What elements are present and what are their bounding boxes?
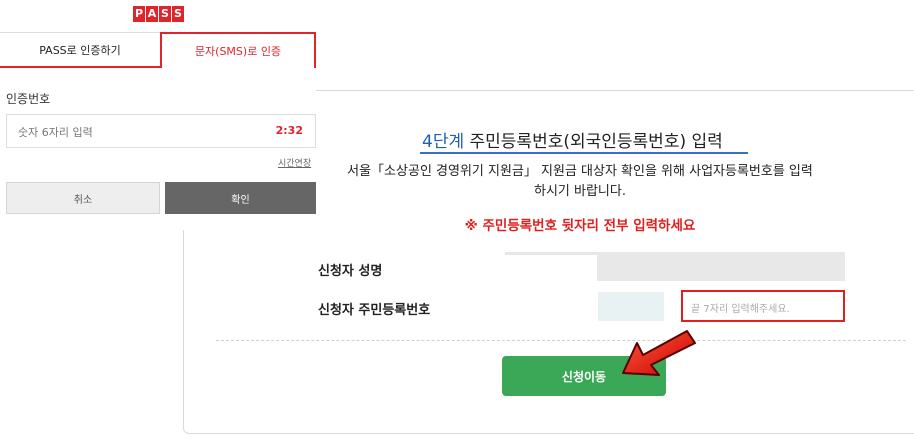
step-number: 4단계 [422, 132, 465, 152]
cancel-button[interactable]: 취소 [6, 182, 160, 214]
instruction-line-1: 서울「소상공인 경영위기 지원금」 지원금 대상자 확인을 위해 사업자등록번호… [347, 164, 813, 179]
pass-auth-panel: P A S S PASS로 인증하기 문자(SMS)로 인증 인증번호 숫자 6… [0, 0, 316, 230]
pass-logo: P A S S [133, 6, 184, 22]
pass-logo-letter: S [159, 6, 171, 22]
rrn-back-input[interactable]: 끝 7자리 입력해주세요. [681, 290, 845, 322]
pass-logo-letter: P [133, 6, 145, 22]
confirm-button[interactable]: 확인 [165, 182, 316, 214]
step-title-underline [420, 152, 748, 154]
applicant-rrn-label: 신청자 주민등록번호 [318, 303, 431, 318]
instruction-line-2: 하시기 바랍니다. [534, 184, 626, 199]
applicant-name-field[interactable] [505, 252, 845, 281]
rrn-front-input[interactable] [505, 292, 595, 321]
auth-code-label: 인증번호 [6, 92, 51, 106]
instruction-text: 서울「소상공인 경영위기 지원금」 지원금 대상자 확인을 위해 사업자등록번호… [300, 162, 860, 202]
tab-pass-auth[interactable]: PASS로 인증하기 [0, 32, 160, 68]
applicant-name-label: 신청자 성명 [318, 264, 383, 279]
pass-logo-letter: A [146, 6, 158, 22]
divider [216, 340, 906, 341]
warning-text: ※ 주민등록번호 뒷자리 전부 입력하세요 [464, 218, 696, 234]
extend-time-link[interactable]: 시간연장 [278, 156, 311, 169]
applicant-name-input[interactable] [505, 255, 597, 281]
red-arrow-icon [622, 330, 696, 376]
auth-code-input[interactable]: 숫자 6자리 입력 2:32 [6, 114, 316, 148]
step-title: 4단계 주민등록번호(외국인등록번호) 입력 [422, 127, 723, 152]
tab-sms-auth[interactable]: 문자(SMS)로 인증 [160, 32, 316, 68]
pass-logo-letter: S [172, 6, 184, 22]
rrn-middle-input[interactable] [598, 292, 664, 321]
step-title-text: 주민등록번호(외국인등록번호) 입력 [464, 132, 723, 152]
auth-timer: 2:32 [275, 124, 303, 137]
auth-code-placeholder: 숫자 6자리 입력 [18, 126, 93, 139]
